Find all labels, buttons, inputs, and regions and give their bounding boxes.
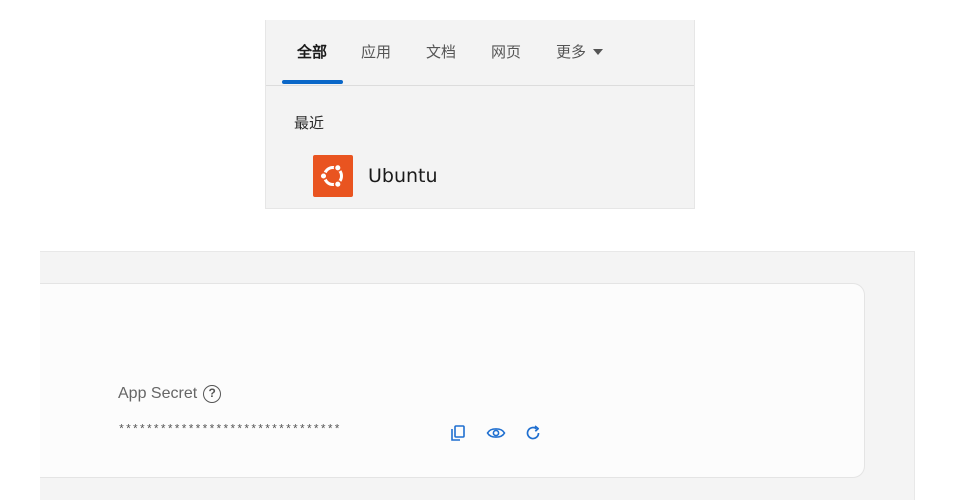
app-secret-label: App Secret ? xyxy=(118,383,222,405)
recent-item-ubuntu[interactable]: Ubuntu xyxy=(313,155,653,197)
tab-web[interactable]: 网页 xyxy=(491,20,521,86)
recent-item-label: Ubuntu xyxy=(368,165,438,187)
search-panel: 全部 应用 文档 网页 更多 最近 Ubuntu xyxy=(265,20,695,209)
tab-all[interactable]: 全部 xyxy=(297,20,327,86)
app-secret-masked-value: ******************************** xyxy=(118,424,341,437)
refresh-icon[interactable] xyxy=(522,422,544,444)
credentials-card xyxy=(40,283,865,478)
caret-down-icon xyxy=(593,49,604,55)
active-tab-indicator xyxy=(282,80,343,84)
tab-apps[interactable]: 应用 xyxy=(361,20,391,86)
question-circle-icon[interactable]: ? xyxy=(203,385,222,403)
section-heading-recent: 最近 xyxy=(294,114,325,132)
app-secret-label-text: App Secret xyxy=(118,385,198,402)
tab-more[interactable]: 更多 xyxy=(556,20,604,86)
ubuntu-logo-icon xyxy=(313,155,353,197)
tab-documents[interactable]: 文档 xyxy=(426,20,456,86)
search-tab-bar: 全部 应用 文档 网页 更多 xyxy=(266,20,694,86)
copy-icon[interactable] xyxy=(447,422,469,444)
tab-more-label: 更多 xyxy=(556,43,587,61)
eye-icon[interactable] xyxy=(485,422,507,444)
